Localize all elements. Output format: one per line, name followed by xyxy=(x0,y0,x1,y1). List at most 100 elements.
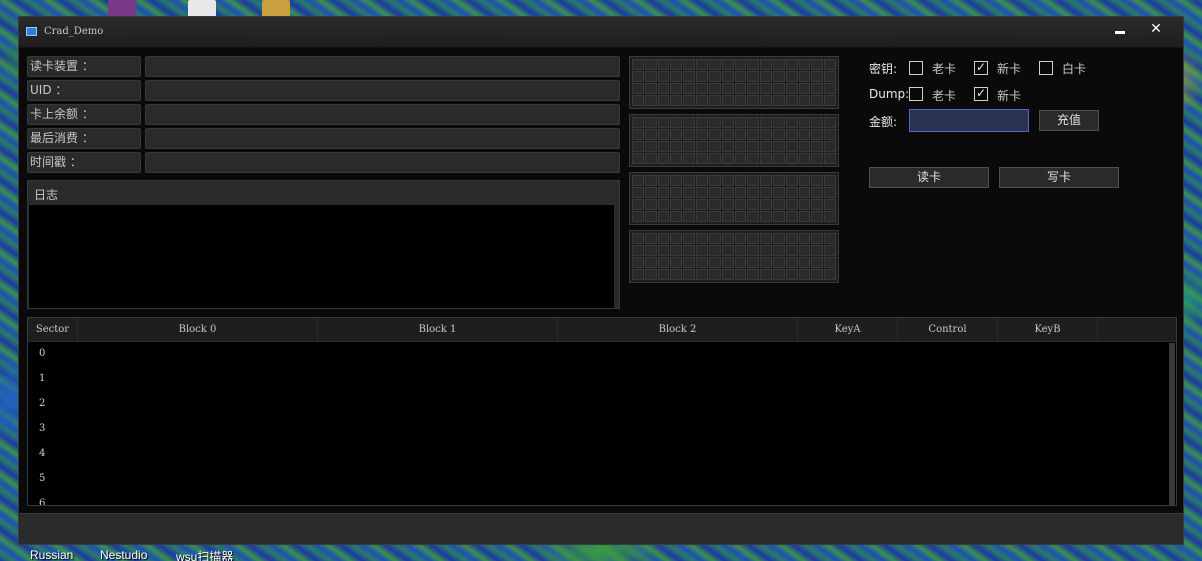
grid-cell xyxy=(760,141,772,152)
column-header-block1[interactable]: Block 1 xyxy=(318,318,558,342)
key-new-label: 新卡 xyxy=(997,62,1022,76)
grid-cell xyxy=(683,95,696,106)
grid-cell xyxy=(670,269,683,280)
grid-cell xyxy=(644,233,657,244)
grid-cell xyxy=(747,187,760,198)
grid-cell xyxy=(657,153,670,164)
grid-cell xyxy=(644,245,657,256)
grid-cell xyxy=(811,153,824,164)
grid-cell xyxy=(747,59,760,70)
sector-grid-1 xyxy=(629,114,839,167)
grid-cell xyxy=(632,59,644,70)
minimize-icon xyxy=(1115,30,1125,34)
grid-cell xyxy=(760,129,772,140)
grid-cell xyxy=(824,257,836,268)
table-row-sector-2[interactable]: 2 xyxy=(39,398,45,409)
grid-cell xyxy=(772,175,785,186)
sector-grid-2 xyxy=(629,172,839,225)
grid-cell xyxy=(708,269,721,280)
table-row-sector-3[interactable]: 3 xyxy=(39,423,45,434)
grid-cell xyxy=(683,175,696,186)
grid-cell xyxy=(657,71,670,82)
column-header-control[interactable]: Control xyxy=(898,318,998,342)
table-row-sector-5[interactable]: 5 xyxy=(39,473,45,484)
sector-table: Sector Block 0 Block 1 Block 2 KeyA Cont… xyxy=(27,317,1177,506)
grid-cell xyxy=(772,59,785,70)
grid-cell xyxy=(670,141,683,152)
reader-device-label: 读卡装置 ： xyxy=(27,56,141,77)
grid-cell xyxy=(708,117,721,128)
grid-cell xyxy=(811,71,824,82)
grid-cell xyxy=(721,59,734,70)
table-row-sector-0[interactable]: 0 xyxy=(39,348,45,359)
close-button[interactable]: ✕ xyxy=(1137,17,1175,41)
table-scrollbar[interactable] xyxy=(1169,343,1175,505)
table-row-sector-1[interactable]: 1 xyxy=(39,373,45,384)
grid-cell xyxy=(721,269,734,280)
grid-cell xyxy=(644,95,657,106)
grid-cell xyxy=(657,187,670,198)
table-row-sector-4[interactable]: 4 xyxy=(39,448,45,459)
grid-cell xyxy=(708,211,721,222)
grid-cell xyxy=(683,187,696,198)
column-header-block2[interactable]: Block 2 xyxy=(558,318,798,342)
column-header-keyb[interactable]: KeyB xyxy=(998,318,1098,342)
grid-cell xyxy=(644,175,657,186)
amount-input[interactable] xyxy=(909,109,1029,132)
grid-cell xyxy=(772,117,785,128)
dump-old-checkbox[interactable] xyxy=(909,87,923,101)
grid-cell xyxy=(734,187,747,198)
column-header-block0[interactable]: Block 0 xyxy=(78,318,318,342)
grid-cell xyxy=(798,153,811,164)
grid-cell xyxy=(824,199,836,210)
minimize-button[interactable] xyxy=(1101,17,1139,41)
grid-cell xyxy=(824,245,836,256)
log-title: 日志 xyxy=(34,188,59,202)
grid-cell xyxy=(747,233,760,244)
key-old-checkbox[interactable] xyxy=(909,61,923,75)
grid-cell xyxy=(632,269,644,280)
table-row-sector-6[interactable]: 6 xyxy=(39,498,45,505)
grid-cell xyxy=(760,175,772,186)
grid-cell xyxy=(657,59,670,70)
grid-cell xyxy=(670,71,683,82)
grid-cell xyxy=(670,175,683,186)
grid-cell xyxy=(785,175,798,186)
grid-cell xyxy=(721,117,734,128)
grid-cell xyxy=(798,199,811,210)
key-blank-checkbox[interactable] xyxy=(1039,61,1053,75)
grid-cell xyxy=(760,117,772,128)
grid-cell xyxy=(772,211,785,222)
read-card-button[interactable]: 读卡 xyxy=(869,167,989,188)
grid-cell xyxy=(696,175,708,186)
grid-cell xyxy=(785,257,798,268)
column-header-keya[interactable]: KeyA xyxy=(798,318,898,342)
recharge-button[interactable]: 充值 xyxy=(1039,110,1099,131)
dump-new-label: 新卡 xyxy=(997,89,1022,103)
sector-grid-3 xyxy=(629,230,839,283)
grid-cell xyxy=(721,187,734,198)
log-textarea[interactable] xyxy=(29,205,614,308)
grid-cell xyxy=(798,269,811,280)
grid-cell xyxy=(721,153,734,164)
title-bar[interactable]: Crad_Demo ✕ xyxy=(19,17,1183,48)
grid-cell xyxy=(798,117,811,128)
grid-cell xyxy=(760,83,772,94)
grid-cell xyxy=(772,187,785,198)
dump-new-checkbox[interactable] xyxy=(974,86,988,101)
grid-cell xyxy=(670,95,683,106)
grid-cell xyxy=(657,199,670,210)
grid-cell xyxy=(683,117,696,128)
grid-cell xyxy=(811,129,824,140)
desktop-label-2[interactable]: Nestudio xyxy=(100,548,147,561)
uid-value xyxy=(145,80,620,101)
desktop-label-3[interactable]: wsu扫描器 xyxy=(176,548,233,561)
write-card-button[interactable]: 写卡 xyxy=(999,167,1119,188)
table-body: 0 1 2 3 4 5 6 xyxy=(28,343,1168,505)
column-header-sector[interactable]: Sector xyxy=(28,318,78,342)
grid-cell xyxy=(747,257,760,268)
key-new-checkbox[interactable] xyxy=(974,60,988,75)
grid-cell xyxy=(785,71,798,82)
grid-cell xyxy=(785,141,798,152)
desktop-label-1[interactable]: Russian xyxy=(30,548,73,561)
